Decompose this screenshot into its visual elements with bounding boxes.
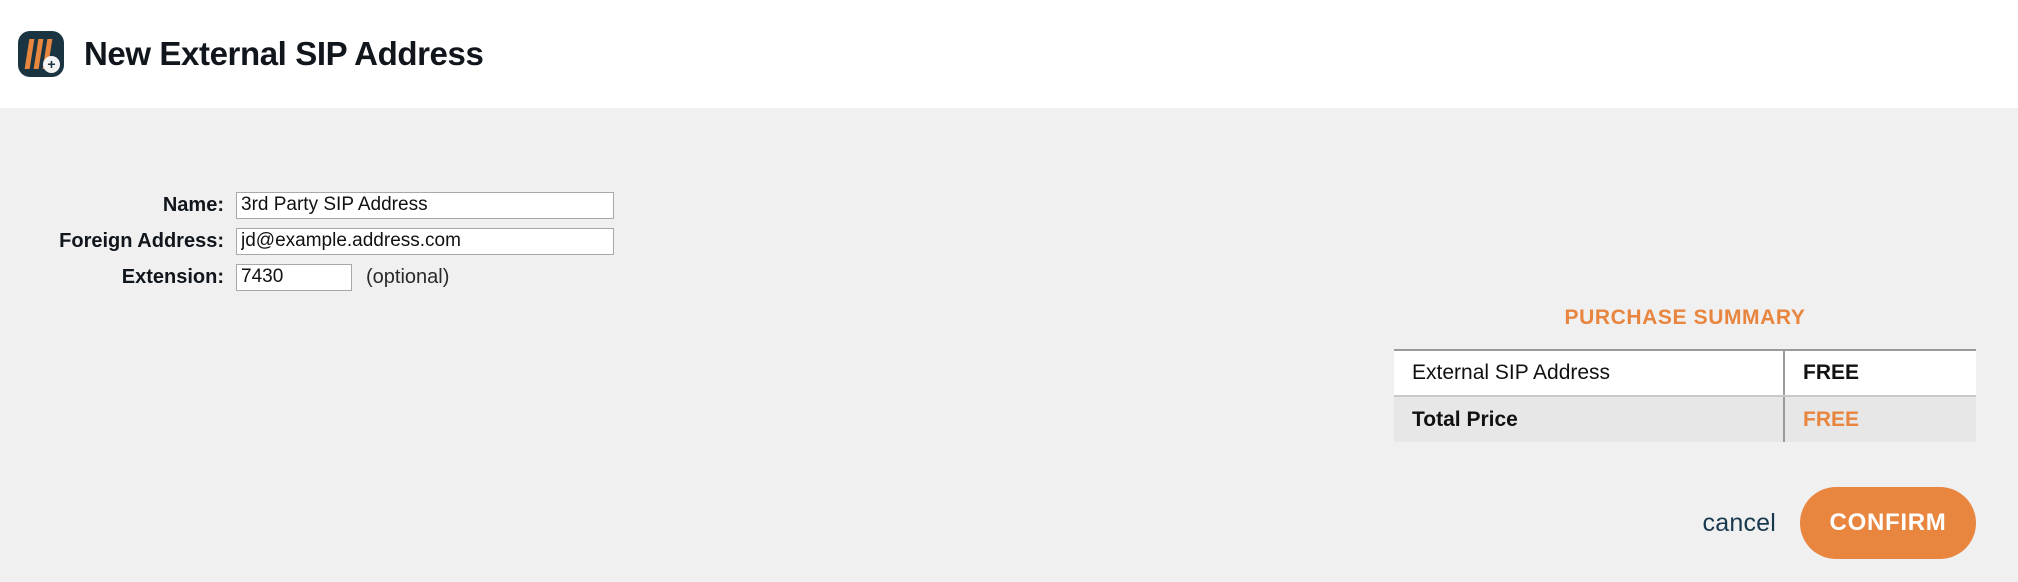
icon-bar-2 [33, 39, 44, 69]
summary-item-name: External SIP Address [1394, 349, 1784, 397]
confirm-button[interactable]: CONFIRM [1800, 487, 1976, 559]
form-row-extension: Extension: (optional) [0, 261, 614, 293]
extension-input[interactable] [236, 263, 352, 291]
extension-optional-note: (optional) [366, 265, 450, 288]
cancel-button[interactable]: cancel [1703, 509, 1800, 538]
icon-bar-1 [24, 39, 35, 69]
form-row-name: Name: [0, 189, 614, 221]
form-row-foreign-address: Foreign Address: [0, 225, 614, 257]
sip-app-icon: + [18, 31, 64, 77]
purchase-summary-table: External SIP Address FREE Total Price FR… [1394, 349, 1976, 442]
summary-item-price: FREE [1783, 349, 1976, 397]
foreign-address-input[interactable] [236, 227, 614, 255]
form-actions: cancel CONFIRM [1703, 487, 1976, 559]
extension-label: Extension: [121, 265, 224, 288]
summary-total-price: FREE [1783, 396, 1976, 442]
summary-total-label: Total Price [1394, 396, 1784, 442]
sip-address-form: Name: Foreign Address: Extension: (optio… [0, 189, 614, 297]
purchase-summary: PURCHASE SUMMARY External SIP Address FR… [1394, 306, 1976, 442]
purchase-summary-title: PURCHASE SUMMARY [1564, 306, 1806, 329]
name-label: Name: [162, 193, 224, 216]
plus-badge-icon: + [43, 56, 60, 73]
app-header: + New External SIP Address [0, 0, 2018, 108]
table-row-total: Total Price FREE [1394, 396, 1976, 442]
foreign-address-label: Foreign Address: [59, 229, 224, 252]
name-input[interactable] [236, 191, 614, 219]
page-title: New External SIP Address [84, 35, 484, 72]
table-row: External SIP Address FREE [1394, 349, 1976, 397]
page-body: Name: Foreign Address: Extension: (optio… [0, 108, 2018, 582]
